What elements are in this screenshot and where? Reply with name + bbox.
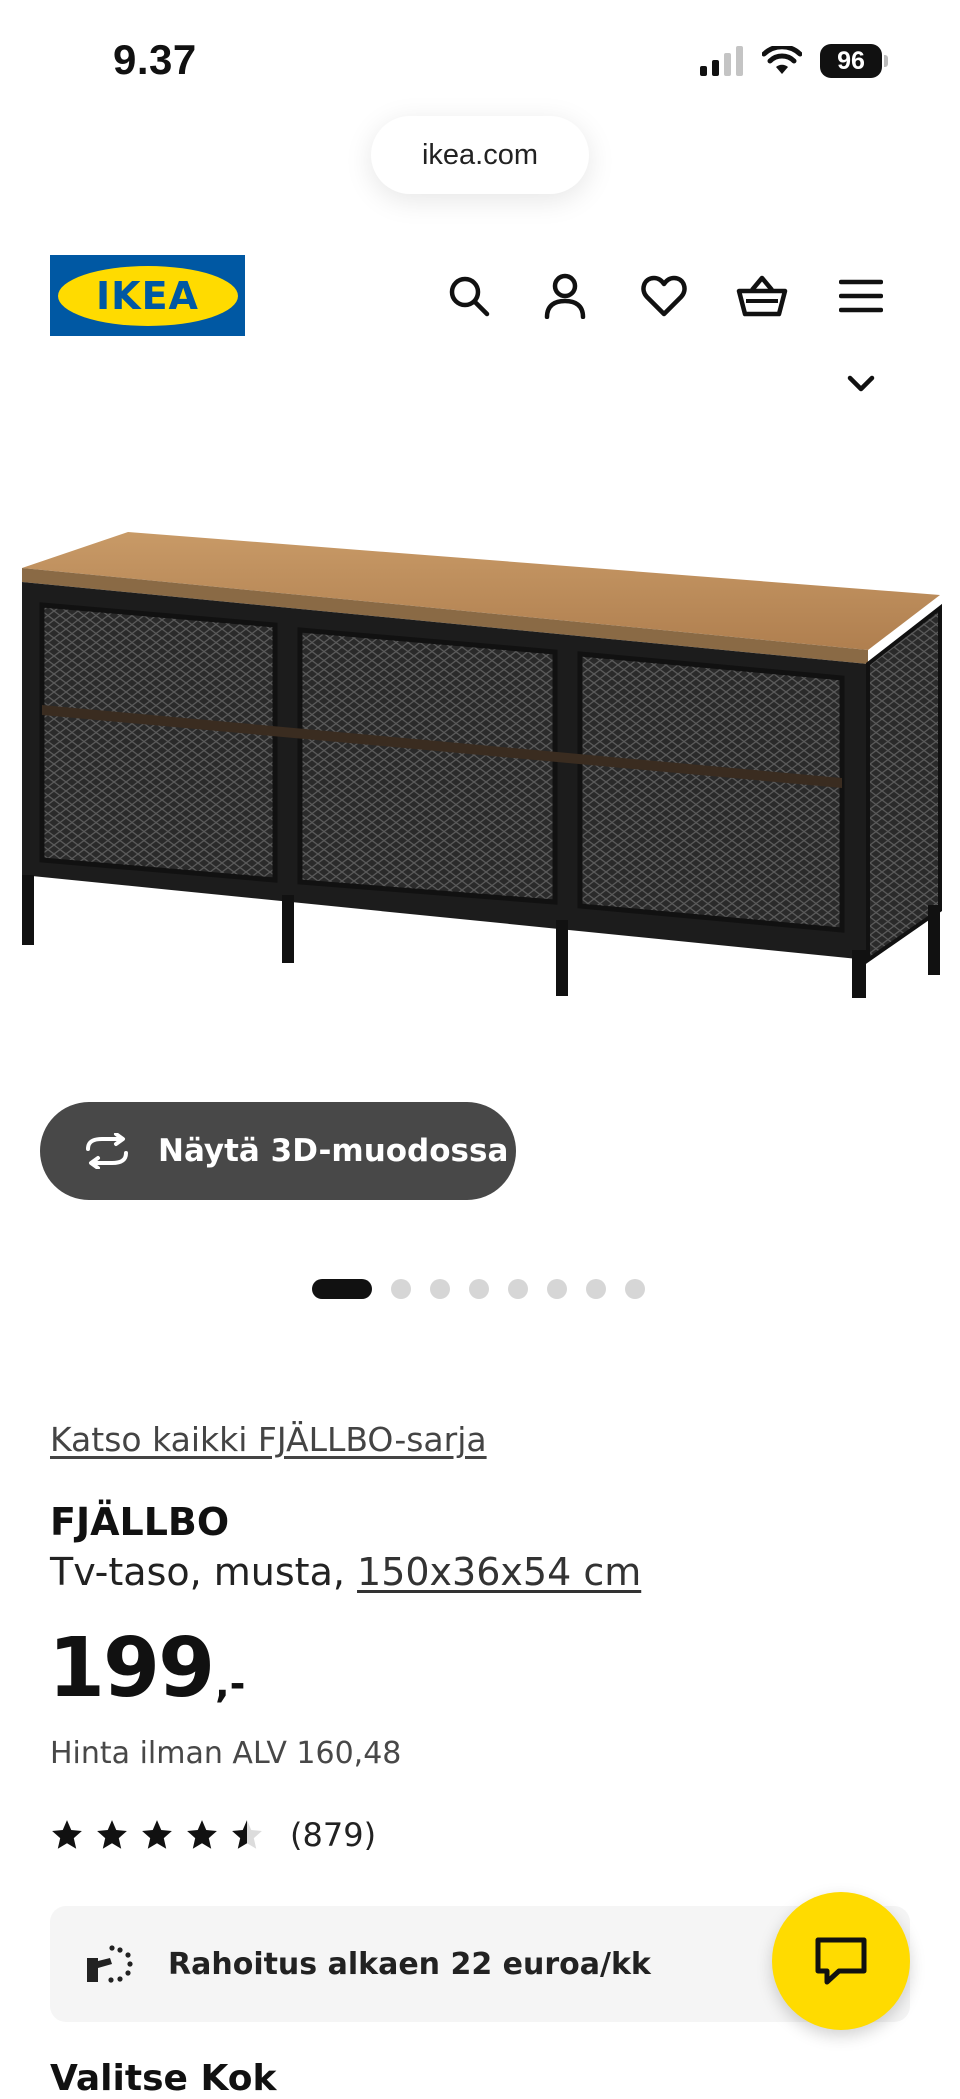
wifi-icon	[762, 46, 802, 74]
ikea-logo[interactable]: IKEA	[50, 255, 245, 336]
price-suffix: ,-	[215, 1662, 246, 1706]
carousel-dot-5[interactable]	[508, 1279, 528, 1299]
star-full-icon	[52, 1820, 82, 1849]
status-time: 9.37	[113, 36, 197, 83]
star-full-icon	[142, 1820, 172, 1849]
financing-icon	[87, 1945, 133, 1983]
carousel-dot-3[interactable]	[430, 1279, 450, 1299]
financing-text: Rahoitus alkaen 22 euroa/kk	[168, 1946, 651, 1982]
carousel-dot-1[interactable]	[312, 1279, 372, 1299]
product-type: Tv-taso, musta,	[50, 1550, 358, 1594]
product-image[interactable]	[0, 440, 960, 1000]
heart-icon	[641, 275, 687, 317]
star-full-icon	[187, 1820, 217, 1849]
product-price: 199 ,-	[48, 1628, 245, 1710]
dimensions-link[interactable]: 150x36x54 cm	[357, 1550, 641, 1594]
carousel-dot-8[interactable]	[625, 1279, 645, 1299]
chat-bubble-icon	[815, 1937, 867, 1985]
cellular-signal-icon	[700, 46, 743, 76]
carousel-dots	[312, 1279, 645, 1299]
account-button[interactable]	[537, 268, 593, 324]
battery-indicator: 96	[820, 44, 882, 78]
series-link[interactable]: Katso kaikki FJÄLLBO-sarja	[50, 1420, 487, 1459]
price-main: 199	[48, 1621, 215, 1716]
cart-button[interactable]	[734, 268, 790, 324]
menu-button[interactable]	[833, 268, 889, 324]
status-icons: 96	[700, 44, 888, 78]
view-3d-button[interactable]: Näytä 3D-muodossa	[40, 1102, 516, 1200]
favourites-button[interactable]	[636, 268, 692, 324]
chat-button[interactable]	[772, 1892, 910, 2030]
review-count: (879)	[290, 1816, 377, 1854]
price-without-vat: Hinta ilman ALV 160,48	[50, 1736, 402, 1771]
product-description: Tv-taso, musta, 150x36x54 cm	[50, 1550, 641, 1594]
account-icon	[544, 273, 586, 319]
product-rating[interactable]: (879)	[50, 1816, 376, 1854]
carousel-dot-7[interactable]	[586, 1279, 606, 1299]
carousel-dot-6[interactable]	[547, 1279, 567, 1299]
product-name: FJÄLLBO	[50, 1500, 230, 1544]
carousel-dot-4[interactable]	[469, 1279, 489, 1299]
star-half-icon	[232, 1820, 262, 1849]
rating-stars	[50, 1818, 264, 1852]
chevron-down-icon[interactable]	[846, 372, 876, 396]
logo-text: IKEA	[57, 265, 238, 326]
menu-icon	[839, 279, 883, 313]
search-button[interactable]	[441, 268, 497, 324]
url-bar[interactable]: ikea.com	[371, 116, 589, 194]
view-3d-label: Näytä 3D-muodossa	[158, 1133, 509, 1169]
search-icon	[449, 276, 490, 317]
next-section-heading: Valitse Kok	[50, 2058, 277, 2099]
rotate-3d-icon	[86, 1133, 128, 1169]
star-full-icon	[97, 1820, 127, 1849]
cart-icon	[736, 275, 788, 317]
carousel-dot-2[interactable]	[391, 1279, 411, 1299]
